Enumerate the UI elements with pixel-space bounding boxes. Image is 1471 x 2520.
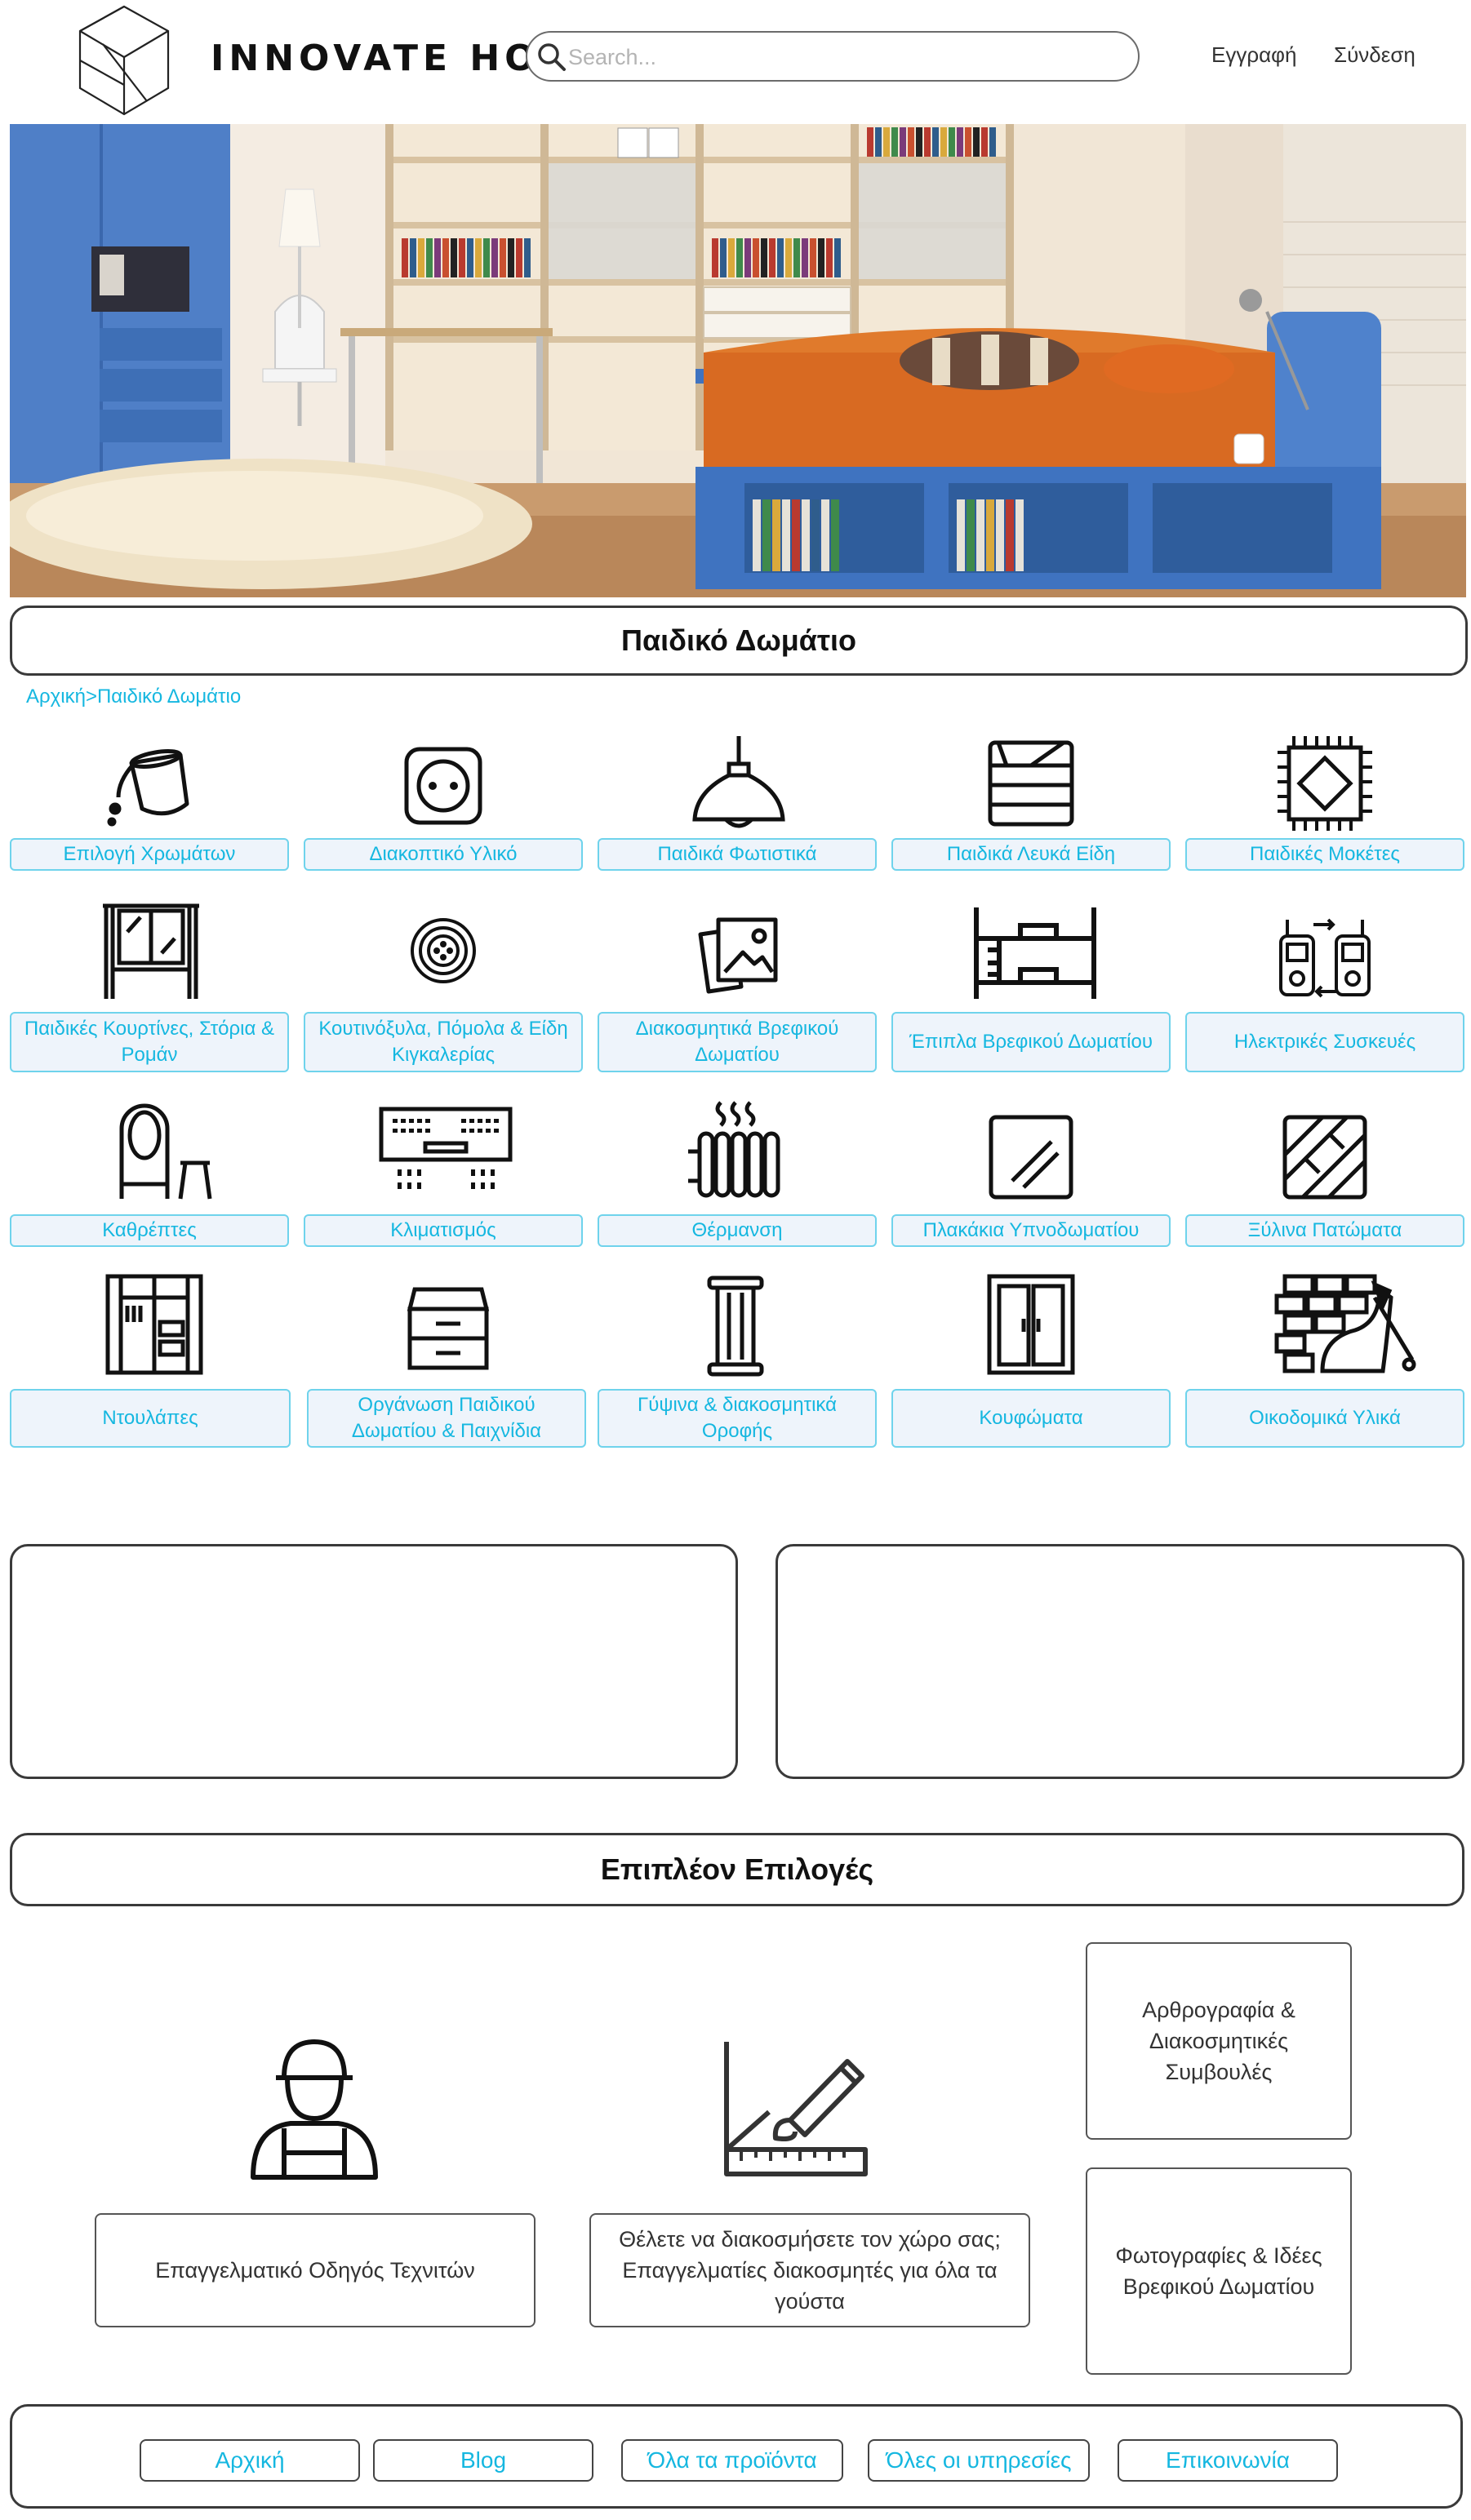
login-link[interactable]: Σύνδεση: [1334, 42, 1415, 68]
category-button-air-conditioning[interactable]: Κλιματισμός: [304, 1214, 583, 1247]
window-frame-icon[interactable]: [978, 1269, 1084, 1379]
decorators-button[interactable]: Θέλετε να διακοσμήσετε τον χώρο σας; Επα…: [589, 2213, 1030, 2327]
search-input[interactable]: [568, 39, 1123, 75]
tile-icon[interactable]: [978, 1110, 1084, 1204]
footer-contact-link[interactable]: Επικοινωνία: [1118, 2439, 1338, 2482]
category-button-carpets[interactable]: Παιδικές Μοκέτες: [1185, 838, 1464, 871]
bricks-trowel-icon[interactable]: [1272, 1269, 1419, 1379]
mirror-stool-icon[interactable]: [104, 1098, 227, 1204]
content-panel-left: [10, 1544, 738, 1779]
register-link[interactable]: Εγγραφή: [1211, 42, 1296, 68]
knob-icon[interactable]: [390, 902, 496, 1000]
header: INNOVATE HOME Εγγραφή Σύνδεση: [0, 0, 1471, 122]
category-button-wardrobes[interactable]: Ντουλάπες: [10, 1389, 291, 1448]
footer-blog-link[interactable]: Blog: [373, 2439, 593, 2482]
hero-bedroom-image: [10, 124, 1466, 597]
pendant-lamp-icon[interactable]: [686, 734, 792, 832]
curtains-icon[interactable]: [98, 898, 204, 1004]
wood-floor-icon[interactable]: [1272, 1110, 1378, 1204]
category-button-hardware[interactable]: Κουτινόξυλα, Πόμολα & Είδη Κιγκαλερίας: [304, 1012, 583, 1072]
photos-ideas-button[interactable]: Φωτογραφίες & Ιδέες Βρεφικού Δωματίου: [1086, 2167, 1352, 2375]
drawers-icon[interactable]: [395, 1277, 501, 1379]
category-button-decor[interactable]: Διακοσμητικά Βρεφικού Δωματίου: [598, 1012, 877, 1072]
design-tools-icon[interactable]: [718, 2037, 873, 2184]
wardrobe-icon[interactable]: [101, 1269, 207, 1379]
page-title: Παιδικό Δωμάτιο: [10, 606, 1468, 676]
category-button-ceiling-plaster[interactable]: Γύψινα & διακοσμητικά Οροφής: [598, 1389, 877, 1448]
bunk-bed-icon[interactable]: [970, 902, 1100, 1004]
articles-tips-button[interactable]: Αρθρογραφία & Διακοσμητικές Συμβουλές: [1086, 1942, 1352, 2140]
extra-options-title: Επιπλέον Επιλογές: [10, 1833, 1464, 1906]
category-button-tiles[interactable]: Πλακάκια Υπνοδωματίου: [891, 1214, 1171, 1247]
footer-services-link[interactable]: Όλες οι υπηρεσίες: [868, 2439, 1090, 2482]
column-icon[interactable]: [682, 1273, 789, 1379]
craftsmen-guide-button[interactable]: Επαγγελματικό Οδηγός Τεχνιτών: [95, 2213, 536, 2327]
breadcrumb: Αρχική>Παιδικό Δωμάτιο: [26, 685, 241, 708]
category-button-organization-toys[interactable]: Οργάνωση Παιδικού Δωματίου & Παιχνίδια: [307, 1389, 586, 1448]
search-bar[interactable]: [526, 31, 1140, 82]
paint-bucket-icon[interactable]: [96, 734, 202, 832]
category-button-building-materials[interactable]: Οικοδομικά Υλικά: [1185, 1389, 1464, 1448]
footer-products-link[interactable]: Όλα τα προϊόντα: [621, 2439, 843, 2482]
craftsman-icon[interactable]: [245, 2037, 384, 2184]
category-button-colors[interactable]: Επιλογή Χρωμάτων: [10, 838, 289, 871]
category-button-lighting[interactable]: Παιδικά Φωτιστικά: [598, 838, 877, 871]
footer-home-link[interactable]: Αρχική: [140, 2439, 360, 2482]
category-button-wood-floors[interactable]: Ξύλινα Πατώματα: [1185, 1214, 1464, 1247]
rug-icon[interactable]: [1272, 734, 1378, 832]
category-button-heating[interactable]: Θέρμανση: [598, 1214, 877, 1247]
content-panel-right: [775, 1544, 1464, 1779]
cube-logo-icon[interactable]: [75, 3, 173, 118]
category-button-curtains[interactable]: Παιδικές Κουρτίνες, Στόρια & Ρομάν: [10, 1012, 289, 1072]
category-button-mirrors[interactable]: Καθρέπτες: [10, 1214, 289, 1247]
breadcrumb-current: Παιδικό Δωμάτιο: [96, 685, 242, 708]
breadcrumb-home-link[interactable]: Αρχική: [26, 685, 86, 708]
walkie-talkie-icon[interactable]: [1272, 906, 1378, 1004]
category-button-furniture[interactable]: Έπιπλα Βρεφικού Δωματίου: [891, 1012, 1171, 1072]
footer-nav: Αρχική Blog Όλα τα προϊόντα Όλες οι υπηρ…: [10, 2404, 1463, 2509]
category-button-frames[interactable]: Κουφώματα: [891, 1389, 1171, 1448]
picture-frames-icon[interactable]: [686, 906, 792, 1004]
category-button-switches[interactable]: Διακοπτικό Υλικό: [304, 838, 583, 871]
breadcrumb-separator: >: [85, 685, 97, 708]
power-socket-icon[interactable]: [390, 739, 496, 832]
category-button-linens[interactable]: Παιδικά Λευκά Είδη: [891, 838, 1171, 871]
air-conditioner-icon[interactable]: [372, 1102, 519, 1204]
search-icon[interactable]: [536, 41, 568, 73]
radiator-icon[interactable]: [682, 1098, 789, 1204]
category-button-appliances[interactable]: Ηλεκτρικές Συσκευές: [1185, 1012, 1464, 1072]
folded-linens-icon[interactable]: [978, 734, 1084, 832]
